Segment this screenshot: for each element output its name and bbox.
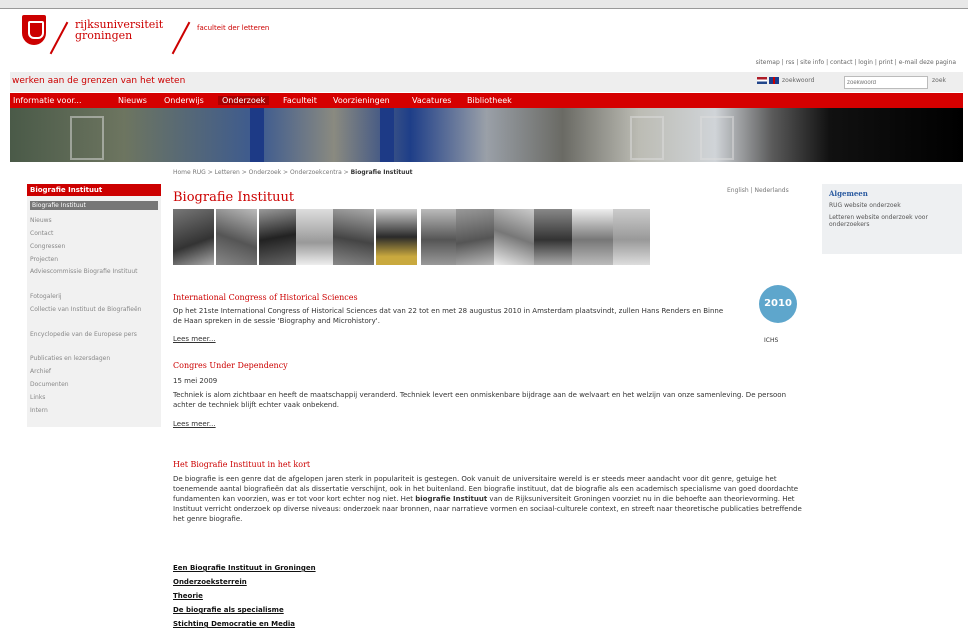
sidebar-item-collectie[interactable]: Collectie van Instituut de Biografieën: [30, 306, 158, 313]
nav-item-onderwijs[interactable]: Onderwijs: [164, 96, 204, 105]
sidebar-item-intern[interactable]: Intern: [30, 407, 158, 414]
right-sidebar-title: Algemeen: [829, 189, 868, 198]
nav-item-faculteit[interactable]: Faculteit: [283, 96, 317, 105]
news-text-congress: Op het 21ste International Congress of H…: [173, 307, 724, 325]
university-name[interactable]: rijksuniversiteit groningen: [75, 19, 175, 41]
faculty-name[interactable]: faculteit der letteren: [197, 24, 269, 32]
portrait-image: [333, 209, 374, 265]
link-theorie[interactable]: Theorie: [173, 592, 203, 600]
nav-item-onderzoek[interactable]: Onderzoek: [218, 96, 270, 105]
browser-top-bar: [0, 0, 968, 9]
sidebar-item-documenten[interactable]: Documenten: [30, 381, 158, 388]
portrait-image: [296, 209, 337, 265]
search-input[interactable]: [844, 76, 928, 89]
badge-label: ICHS: [764, 337, 779, 344]
nav-item-vacatures[interactable]: Vacatures: [412, 96, 451, 105]
portrait-gallery: [173, 209, 650, 265]
portrait-image: [173, 209, 214, 265]
link-democratie-media[interactable]: Stichting Democratie en Media: [173, 620, 295, 628]
language-switch[interactable]: English | Nederlands: [727, 187, 789, 194]
nav-item-informatie[interactable]: Informatie voor...: [13, 96, 82, 105]
sidebar-item-fotogalerij[interactable]: Fotogalerij: [30, 293, 158, 300]
english-flag-icon[interactable]: [769, 77, 779, 84]
sidebar-item-contact[interactable]: Contact: [30, 230, 158, 237]
link-specialisme[interactable]: De biografie als specialisme: [173, 606, 284, 614]
ichs-badge-icon[interactable]: 2010: [759, 285, 797, 323]
utility-links[interactable]: sitemap | rss | site info | contact | lo…: [756, 59, 956, 66]
breadcrumb[interactable]: Home RUG > Letteren > Onderzoek > Onderz…: [173, 169, 413, 176]
sidebar-item-nieuws[interactable]: Nieuws: [30, 217, 158, 224]
slogan: werken aan de grenzen van het weten: [12, 76, 186, 86]
sidebar-item-encyclopedie[interactable]: Encyclopedie van de Europese pers: [30, 331, 158, 338]
sidebar-item-publicaties[interactable]: Publicaties en lezersdagen: [30, 355, 158, 362]
sidebar-item-adviescommissie[interactable]: Adviescommissie Biografie Instituut: [30, 268, 158, 275]
page-title: Biografie Instituut: [173, 190, 295, 205]
right-link-rug-onderzoek[interactable]: RUG website onderzoek: [829, 202, 957, 209]
link-biografie-groningen[interactable]: Een Biografie Instituut in Groningen: [173, 564, 316, 572]
about-text: De biografie is een genre dat de afgelop…: [173, 475, 802, 523]
search-button[interactable]: zoek: [932, 77, 946, 84]
sidebar-item-congressen[interactable]: Congressen: [30, 243, 158, 250]
university-logo-icon[interactable]: [22, 15, 46, 45]
dutch-flag-icon[interactable]: [757, 77, 767, 84]
portrait-image: [494, 209, 535, 265]
portrait-image: [376, 209, 417, 265]
news-date: 15 mei 2009: [173, 377, 218, 385]
portrait-image: [259, 209, 300, 265]
read-more-link[interactable]: Lees meer...: [173, 420, 216, 428]
sidebar-item-biografie-instituut[interactable]: Biografie Instituut: [30, 201, 158, 210]
about-title: Het Biografie Instituut in het kort: [173, 460, 311, 469]
right-link-letteren-onderzoek[interactable]: Letteren website onderzoek voor onderzoe…: [829, 214, 957, 228]
sidebar-item-projecten[interactable]: Projecten: [30, 256, 158, 263]
read-more-link[interactable]: Lees meer...: [173, 335, 216, 343]
language-flags[interactable]: zoekwoord: [757, 77, 814, 84]
portrait-image: [572, 209, 613, 265]
nav-item-bibliotheek[interactable]: Bibliotheek: [467, 96, 512, 105]
sidebar-item-archief[interactable]: Archief: [30, 368, 158, 375]
sidebar-item-links[interactable]: Links: [30, 394, 158, 401]
logo-divider: [49, 21, 69, 55]
news-text-under-dependency: Techniek is alom zichtbaar en heeft de m…: [173, 391, 787, 409]
portrait-image: [534, 209, 575, 265]
header-banner-image: [10, 108, 963, 162]
portrait-image: [456, 209, 497, 265]
portrait-image: [216, 209, 257, 265]
link-onderzoeksterrein[interactable]: Onderzoeksterrein: [173, 578, 247, 586]
portrait-image: [613, 209, 650, 265]
news-title-congress[interactable]: International Congress of Historical Sci…: [173, 293, 358, 302]
sidebar-title[interactable]: Biografie Instituut: [27, 184, 161, 196]
nav-item-nieuws[interactable]: Nieuws: [118, 96, 147, 105]
news-title-under-dependency[interactable]: Congres Under Dependency: [173, 361, 288, 370]
search-label: zoekwoord: [782, 77, 815, 84]
nav-item-voorzieningen[interactable]: Voorzieningen: [333, 96, 390, 105]
